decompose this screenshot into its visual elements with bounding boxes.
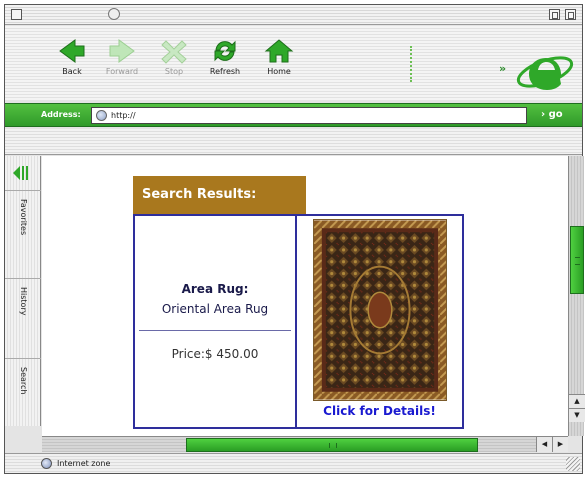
scroll-left-arrow-icon[interactable]: ◀ — [536, 437, 552, 452]
address-bar: Address: › go — [5, 103, 582, 127]
tab-history[interactable]: History — [5, 278, 41, 356]
divider — [139, 330, 291, 331]
stop-label: Stop — [164, 67, 184, 76]
scroll-down-arrow-icon[interactable]: ▼ — [569, 408, 585, 422]
address-field[interactable] — [91, 107, 527, 124]
go-label: go — [548, 109, 563, 120]
resize-grip-icon[interactable] — [566, 457, 580, 471]
status-bar: Internet zone — [5, 453, 582, 473]
favorites-bar — [5, 129, 582, 155]
address-label: Address: — [41, 110, 81, 119]
home-label: Home — [267, 67, 291, 76]
refresh-arrows-icon — [214, 40, 236, 62]
back-label: Back — [62, 67, 82, 76]
results-table: Area Rug: Oriental Area Rug Price:$ 450.… — [133, 214, 464, 429]
address-input[interactable] — [111, 111, 511, 120]
item-image-cell: Click for Details! — [297, 216, 462, 427]
home-house-icon — [264, 39, 294, 63]
title-bar[interactable] — [5, 5, 582, 25]
go-button[interactable]: › go — [541, 109, 563, 120]
horizontal-scrollbar[interactable]: ◀ ▶ — [42, 436, 568, 452]
window-circle-icon — [108, 8, 120, 20]
scroll-up-arrow-icon[interactable]: ▲ — [569, 394, 585, 408]
tab-history-label: History — [19, 287, 28, 316]
forward-arrow-icon — [109, 39, 135, 63]
stop-x-icon — [161, 40, 187, 64]
vertical-scrollbar[interactable]: ▲ ▼ — [568, 156, 585, 436]
collapse-explorer-icon[interactable] — [11, 164, 31, 182]
home-button[interactable]: Home — [254, 34, 304, 92]
browser-window: Back Forward Stop Refresh Home » Address… — [4, 4, 585, 474]
internet-explorer-logo-icon — [516, 56, 574, 90]
toolbar-separator — [410, 46, 412, 82]
tab-search-label: Search — [19, 367, 28, 395]
navigation-toolbar: Back Forward Stop Refresh Home » — [5, 26, 582, 100]
search-results-header: Search Results: — [133, 176, 306, 214]
back-button[interactable]: Back — [47, 34, 97, 92]
status-text: Internet zone — [57, 459, 111, 468]
oriental-rug-image[interactable] — [313, 219, 447, 401]
scroll-right-arrow-icon[interactable]: ▶ — [552, 437, 568, 452]
forward-label: Forward — [105, 67, 139, 76]
tab-search[interactable]: Search — [5, 358, 41, 426]
toolbar-more-button[interactable]: » — [499, 62, 506, 75]
explorer-bar: Favorites History Search — [5, 156, 41, 426]
forward-button[interactable]: Forward — [97, 34, 147, 92]
tab-favorites[interactable]: Favorites — [5, 190, 41, 276]
close-box[interactable] — [11, 9, 22, 20]
page-globe-icon — [96, 110, 107, 121]
vertical-scroll-thumb[interactable] — [570, 226, 584, 294]
zoom-box[interactable] — [549, 9, 560, 20]
item-info-cell: Area Rug: Oriental Area Rug Price:$ 450.… — [135, 216, 297, 427]
item-title: Area Rug: — [181, 282, 249, 296]
refresh-button[interactable]: Refresh — [200, 34, 250, 92]
horizontal-scroll-thumb[interactable] — [186, 438, 478, 452]
item-price: Price:$ 450.00 — [171, 347, 259, 361]
page-content: Search Results: Area Rug: Oriental Area … — [42, 156, 568, 436]
tab-favorites-label: Favorites — [19, 199, 28, 236]
details-link[interactable]: Click for Details! — [297, 404, 462, 418]
internet-zone-globe-icon — [41, 458, 52, 469]
refresh-label: Refresh — [209, 67, 241, 76]
back-arrow-icon — [59, 39, 85, 63]
collapse-box[interactable] — [565, 9, 576, 20]
stop-button[interactable]: Stop — [149, 34, 199, 92]
item-name: Oriental Area Rug — [161, 302, 269, 316]
